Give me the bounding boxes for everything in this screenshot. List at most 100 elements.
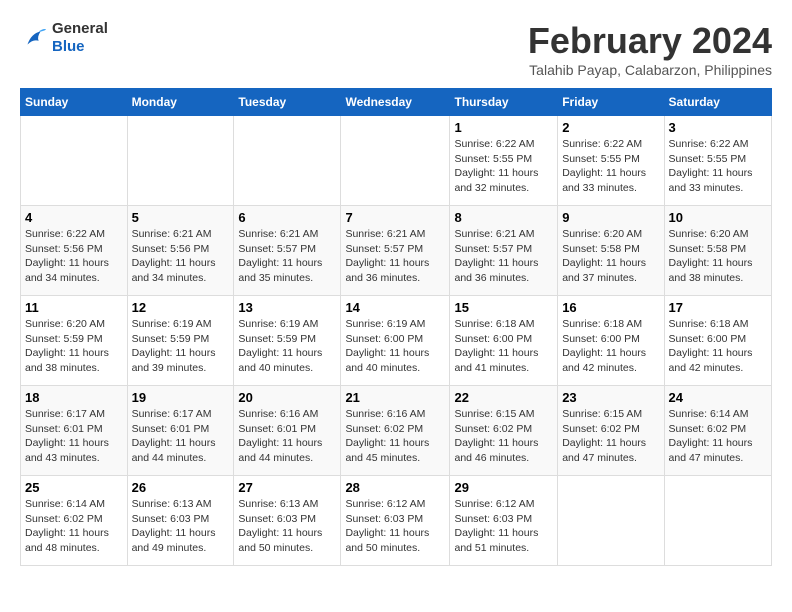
calendar-cell: 12 Sunrise: 6:19 AMSunset: 5:59 PMDayligh… bbox=[127, 296, 234, 386]
calendar-cell: 24 Sunrise: 6:14 AMSunset: 6:02 PMDayligh… bbox=[664, 386, 771, 476]
calendar-week-0: 1 Sunrise: 6:22 AMSunset: 5:55 PMDaylight… bbox=[21, 116, 772, 206]
calendar-cell: 9Sunrise: 6:20 AMSunset: 5:58 PMDaylight… bbox=[558, 206, 664, 296]
day-number: 4 bbox=[25, 210, 123, 225]
day-info: Sunrise: 6:12 AMSunset: 6:03 PMDaylight:… bbox=[345, 497, 445, 556]
logo-blue-text: Blue bbox=[52, 38, 85, 55]
day-number: 5 bbox=[132, 210, 230, 225]
day-info: Sunrise: 6:17 AMSunset: 6:01 PMDaylight:… bbox=[132, 407, 230, 466]
calendar-cell: 8Sunrise: 6:21 AMSunset: 5:57 PMDaylight… bbox=[450, 206, 558, 296]
calendar-cell: 17Sunrise: 6:18 AMSunset: 6:00 PMDayligh… bbox=[664, 296, 771, 386]
day-info: Sunrise: 6:21 AMSunset: 5:56 PMDaylight:… bbox=[132, 227, 230, 286]
col-saturday: Saturday bbox=[664, 89, 771, 116]
calendar-cell: 23 Sunrise: 6:15 AMSunset: 6:02 PMDayligh… bbox=[558, 386, 664, 476]
day-number: 18 bbox=[25, 390, 123, 405]
calendar-cell bbox=[341, 116, 450, 206]
calendar-cell bbox=[127, 116, 234, 206]
day-info: Sunrise: 6:19 AMSunset: 5:59 PMDaylight:… bbox=[132, 317, 230, 376]
calendar-cell: 27 Sunrise: 6:13 AMSunset: 6:03 PMDayligh… bbox=[234, 476, 341, 566]
calendar-cell: 4 Sunrise: 6:22 AMSunset: 5:56 PMDaylight… bbox=[21, 206, 128, 296]
day-info: Sunrise: 6:15 AMSunset: 6:02 PMDaylight:… bbox=[562, 407, 659, 466]
calendar-cell: 3 Sunrise: 6:22 AMSunset: 5:55 PMDaylight… bbox=[664, 116, 771, 206]
day-info: Sunrise: 6:22 AMSunset: 5:56 PMDaylight:… bbox=[25, 227, 123, 286]
calendar-cell: 11 Sunrise: 6:20 AMSunset: 5:59 PMDayligh… bbox=[21, 296, 128, 386]
calendar-cell bbox=[21, 116, 128, 206]
calendar-cell: 28Sunrise: 6:12 AMSunset: 6:03 PMDayligh… bbox=[341, 476, 450, 566]
calendar-week-3: 18 Sunrise: 6:17 AMSunset: 6:01 PMDayligh… bbox=[21, 386, 772, 476]
day-number: 27 bbox=[238, 480, 336, 495]
day-number: 26 bbox=[132, 480, 230, 495]
page-header: General Blue February 2024 Talahib Payap… bbox=[20, 20, 772, 78]
day-number: 7 bbox=[345, 210, 445, 225]
day-number: 20 bbox=[238, 390, 336, 405]
day-number: 11 bbox=[25, 300, 123, 315]
day-number: 2 bbox=[562, 120, 659, 135]
calendar-cell: 13Sunrise: 6:19 AMSunset: 5:59 PMDayligh… bbox=[234, 296, 341, 386]
calendar-cell bbox=[664, 476, 771, 566]
logo-icon bbox=[20, 24, 48, 52]
day-number: 15 bbox=[454, 300, 553, 315]
day-number: 3 bbox=[669, 120, 767, 135]
day-info: Sunrise: 6:19 AMSunset: 6:00 PMDaylight:… bbox=[345, 317, 445, 376]
calendar-cell: 14 Sunrise: 6:19 AMSunset: 6:00 PMDayligh… bbox=[341, 296, 450, 386]
calendar-cell bbox=[234, 116, 341, 206]
day-info: Sunrise: 6:20 AMSunset: 5:58 PMDaylight:… bbox=[562, 227, 659, 286]
day-number: 25 bbox=[25, 480, 123, 495]
day-number: 1 bbox=[454, 120, 553, 135]
calendar-week-2: 11 Sunrise: 6:20 AMSunset: 5:59 PMDayligh… bbox=[21, 296, 772, 386]
logo: General Blue bbox=[20, 20, 108, 56]
day-number: 21 bbox=[345, 390, 445, 405]
day-info: Sunrise: 6:15 AMSunset: 6:02 PMDaylight:… bbox=[454, 407, 553, 466]
day-info: Sunrise: 6:20 AMSunset: 5:59 PMDaylight:… bbox=[25, 317, 123, 376]
day-number: 23 bbox=[562, 390, 659, 405]
calendar-cell: 6 Sunrise: 6:21 AMSunset: 5:57 PMDaylight… bbox=[234, 206, 341, 296]
logo-text: General Blue bbox=[52, 20, 108, 56]
day-info: Sunrise: 6:13 AMSunset: 6:03 PMDaylight:… bbox=[238, 497, 336, 556]
day-info: Sunrise: 6:14 AMSunset: 6:02 PMDaylight:… bbox=[669, 407, 767, 466]
day-info: Sunrise: 6:18 AMSunset: 6:00 PMDaylight:… bbox=[454, 317, 553, 376]
calendar-cell: 2 Sunrise: 6:22 AMSunset: 5:55 PMDaylight… bbox=[558, 116, 664, 206]
calendar-cell: 16 Sunrise: 6:18 AMSunset: 6:00 PMDayligh… bbox=[558, 296, 664, 386]
calendar-cell: 15 Sunrise: 6:18 AMSunset: 6:00 PMDayligh… bbox=[450, 296, 558, 386]
day-number: 6 bbox=[238, 210, 336, 225]
day-number: 10 bbox=[669, 210, 767, 225]
col-friday: Friday bbox=[558, 89, 664, 116]
calendar-cell: 10Sunrise: 6:20 AMSunset: 5:58 PMDayligh… bbox=[664, 206, 771, 296]
day-info: Sunrise: 6:21 AMSunset: 5:57 PMDaylight:… bbox=[345, 227, 445, 286]
calendar-subtitle: Talahib Payap, Calabarzon, Philippines bbox=[528, 62, 772, 78]
calendar-cell: 26 Sunrise: 6:13 AMSunset: 6:03 PMDayligh… bbox=[127, 476, 234, 566]
calendar-cell bbox=[558, 476, 664, 566]
day-info: Sunrise: 6:12 AMSunset: 6:03 PMDaylight:… bbox=[454, 497, 553, 556]
day-info: Sunrise: 6:22 AMSunset: 5:55 PMDaylight:… bbox=[454, 137, 553, 196]
day-info: Sunrise: 6:14 AMSunset: 6:02 PMDaylight:… bbox=[25, 497, 123, 556]
day-info: Sunrise: 6:22 AMSunset: 5:55 PMDaylight:… bbox=[562, 137, 659, 196]
col-sunday: Sunday bbox=[21, 89, 128, 116]
calendar-cell: 20Sunrise: 6:16 AMSunset: 6:01 PMDayligh… bbox=[234, 386, 341, 476]
calendar-table: Sunday Monday Tuesday Wednesday Thursday… bbox=[20, 88, 772, 566]
day-number: 14 bbox=[345, 300, 445, 315]
calendar-week-4: 25 Sunrise: 6:14 AMSunset: 6:02 PMDayligh… bbox=[21, 476, 772, 566]
calendar-title: February 2024 bbox=[528, 20, 772, 62]
calendar-cell: 7 Sunrise: 6:21 AMSunset: 5:57 PMDaylight… bbox=[341, 206, 450, 296]
calendar-cell: 22Sunrise: 6:15 AMSunset: 6:02 PMDayligh… bbox=[450, 386, 558, 476]
calendar-cell: 18Sunrise: 6:17 AMSunset: 6:01 PMDayligh… bbox=[21, 386, 128, 476]
day-number: 13 bbox=[238, 300, 336, 315]
title-section: February 2024 Talahib Payap, Calabarzon,… bbox=[528, 20, 772, 78]
day-number: 29 bbox=[454, 480, 553, 495]
day-info: Sunrise: 6:16 AMSunset: 6:02 PMDaylight:… bbox=[345, 407, 445, 466]
day-info: Sunrise: 6:13 AMSunset: 6:03 PMDaylight:… bbox=[132, 497, 230, 556]
calendar-week-1: 4 Sunrise: 6:22 AMSunset: 5:56 PMDaylight… bbox=[21, 206, 772, 296]
day-number: 16 bbox=[562, 300, 659, 315]
day-info: Sunrise: 6:18 AMSunset: 6:00 PMDaylight:… bbox=[669, 317, 767, 376]
day-info: Sunrise: 6:22 AMSunset: 5:55 PMDaylight:… bbox=[669, 137, 767, 196]
calendar-cell: 19Sunrise: 6:17 AMSunset: 6:01 PMDayligh… bbox=[127, 386, 234, 476]
col-tuesday: Tuesday bbox=[234, 89, 341, 116]
calendar-cell: 21 Sunrise: 6:16 AMSunset: 6:02 PMDayligh… bbox=[341, 386, 450, 476]
day-info: Sunrise: 6:18 AMSunset: 6:00 PMDaylight:… bbox=[562, 317, 659, 376]
day-number: 8 bbox=[454, 210, 553, 225]
calendar-header: Sunday Monday Tuesday Wednesday Thursday… bbox=[21, 89, 772, 116]
header-row: Sunday Monday Tuesday Wednesday Thursday… bbox=[21, 89, 772, 116]
logo-general-text: General bbox=[52, 20, 108, 37]
day-info: Sunrise: 6:21 AMSunset: 5:57 PMDaylight:… bbox=[238, 227, 336, 286]
day-number: 12 bbox=[132, 300, 230, 315]
day-number: 24 bbox=[669, 390, 767, 405]
